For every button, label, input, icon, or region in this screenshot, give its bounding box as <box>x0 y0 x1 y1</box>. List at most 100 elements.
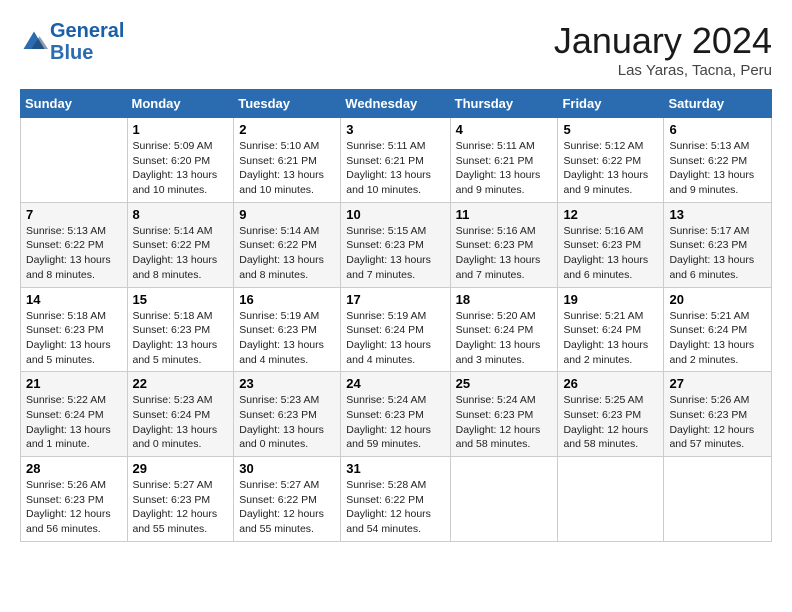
day-info: Sunrise: 5:22 AM Sunset: 6:24 PM Dayligh… <box>26 393 122 452</box>
calendar-cell: 14Sunrise: 5:18 AM Sunset: 6:23 PM Dayli… <box>21 287 128 372</box>
day-info: Sunrise: 5:23 AM Sunset: 6:24 PM Dayligh… <box>133 393 229 452</box>
calendar-cell: 22 Sunrise: 5:23 AM Sunset: 6:24 PM Dayli… <box>127 372 234 457</box>
day-info: Sunrise: 5:23 AM Sunset: 6:23 PM Dayligh… <box>239 393 335 452</box>
day-number: 12 <box>563 207 658 222</box>
day-info: Sunrise: 5:13 AM Sunset: 6:22 PM Dayligh… <box>26 224 122 283</box>
day-of-week-header: Thursday <box>450 90 558 118</box>
day-number: 7 <box>26 207 122 222</box>
day-number: 10 <box>346 207 444 222</box>
header: General Blue January 2024 Las Yaras, Tac… <box>20 20 772 79</box>
day-info: Sunrise: 5:14 AM Sunset: 6:22 PM Dayligh… <box>133 224 229 283</box>
logo-text: General Blue <box>50 20 124 64</box>
day-info: Sunrise: 5:19 AM Sunset: 6:23 PM Dayligh… <box>239 309 335 368</box>
calendar-cell: 31Sunrise: 5:28 AM Sunset: 6:22 PM Dayli… <box>341 457 450 542</box>
day-number: 13 <box>669 207 766 222</box>
logo-line1: General <box>50 20 124 42</box>
logo: General Blue <box>20 20 124 64</box>
calendar-cell: 3 Sunrise: 5:11 AM Sunset: 6:21 PM Daylig… <box>341 118 450 203</box>
calendar-cell: 29 Sunrise: 5:27 AM Sunset: 6:23 PM Dayli… <box>127 457 234 542</box>
day-info: Sunrise: 5:19 AM Sunset: 6:24 PM Dayligh… <box>346 309 444 368</box>
calendar-cell: 28 Sunrise: 5:26 AM Sunset: 6:23 PM Dayli… <box>21 457 128 542</box>
day-number: 20 <box>669 292 766 307</box>
calendar-cell: 30Sunrise: 5:27 AM Sunset: 6:22 PM Dayli… <box>234 457 341 542</box>
day-info: Sunrise: 5:11 AM Sunset: 6:21 PM Dayligh… <box>346 139 444 198</box>
calendar-cell: 27Sunrise: 5:26 AM Sunset: 6:23 PM Dayli… <box>664 372 772 457</box>
calendar-cell: 26 Sunrise: 5:25 AM Sunset: 6:23 PM Dayli… <box>558 372 664 457</box>
day-number: 18 <box>456 292 553 307</box>
day-info: Sunrise: 5:24 AM Sunset: 6:23 PM Dayligh… <box>346 393 444 452</box>
day-of-week-header: Monday <box>127 90 234 118</box>
day-info: Sunrise: 5:21 AM Sunset: 6:24 PM Dayligh… <box>669 309 766 368</box>
day-info: Sunrise: 5:10 AM Sunset: 6:21 PM Dayligh… <box>239 139 335 198</box>
day-number: 6 <box>669 122 766 137</box>
day-info: Sunrise: 5:11 AM Sunset: 6:21 PM Dayligh… <box>456 139 553 198</box>
calendar-cell: 10Sunrise: 5:15 AM Sunset: 6:23 PM Dayli… <box>341 202 450 287</box>
day-number: 21 <box>26 376 122 391</box>
day-number: 17 <box>346 292 444 307</box>
day-info: Sunrise: 5:17 AM Sunset: 6:23 PM Dayligh… <box>669 224 766 283</box>
calendar-cell: 23 Sunrise: 5:23 AM Sunset: 6:23 PM Dayli… <box>234 372 341 457</box>
calendar-cell: 7 Sunrise: 5:13 AM Sunset: 6:22 PM Daylig… <box>21 202 128 287</box>
calendar-cell: 16 Sunrise: 5:19 AM Sunset: 6:23 PM Dayli… <box>234 287 341 372</box>
day-number: 15 <box>133 292 229 307</box>
title-area: January 2024 Las Yaras, Tacna, Peru <box>554 20 772 79</box>
day-number: 23 <box>239 376 335 391</box>
month-title: January 2024 <box>554 20 772 62</box>
day-number: 19 <box>563 292 658 307</box>
day-number: 4 <box>456 122 553 137</box>
calendar-cell: 18 Sunrise: 5:20 AM Sunset: 6:24 PM Dayli… <box>450 287 558 372</box>
day-info: Sunrise: 5:16 AM Sunset: 6:23 PM Dayligh… <box>456 224 553 283</box>
day-of-week-header: Wednesday <box>341 90 450 118</box>
day-number: 11 <box>456 207 553 222</box>
calendar-table: SundayMondayTuesdayWednesdayThursdayFrid… <box>20 89 772 542</box>
day-number: 14 <box>26 292 122 307</box>
calendar-cell: 17 Sunrise: 5:19 AM Sunset: 6:24 PM Dayli… <box>341 287 450 372</box>
calendar-cell: 8 Sunrise: 5:14 AM Sunset: 6:22 PM Daylig… <box>127 202 234 287</box>
location: Las Yaras, Tacna, Peru <box>554 62 772 79</box>
day-number: 9 <box>239 207 335 222</box>
day-number: 28 <box>26 461 122 476</box>
calendar-cell: 9 Sunrise: 5:14 AM Sunset: 6:22 PM Daylig… <box>234 202 341 287</box>
calendar-cell: 15 Sunrise: 5:18 AM Sunset: 6:23 PM Dayli… <box>127 287 234 372</box>
calendar-cell: 2Sunrise: 5:10 AM Sunset: 6:21 PM Daylig… <box>234 118 341 203</box>
day-info: Sunrise: 5:14 AM Sunset: 6:22 PM Dayligh… <box>239 224 335 283</box>
calendar-cell <box>558 457 664 542</box>
day-number: 31 <box>346 461 444 476</box>
day-number: 3 <box>346 122 444 137</box>
calendar-cell: 25Sunrise: 5:24 AM Sunset: 6:23 PM Dayli… <box>450 372 558 457</box>
day-info: Sunrise: 5:21 AM Sunset: 6:24 PM Dayligh… <box>563 309 658 368</box>
day-info: Sunrise: 5:24 AM Sunset: 6:23 PM Dayligh… <box>456 393 553 452</box>
calendar-cell: 24 Sunrise: 5:24 AM Sunset: 6:23 PM Dayli… <box>341 372 450 457</box>
calendar-cell: 6 Sunrise: 5:13 AM Sunset: 6:22 PM Daylig… <box>664 118 772 203</box>
day-info: Sunrise: 5:18 AM Sunset: 6:23 PM Dayligh… <box>133 309 229 368</box>
day-number: 16 <box>239 292 335 307</box>
day-number: 5 <box>563 122 658 137</box>
day-number: 26 <box>563 376 658 391</box>
calendar-week-row: 7 Sunrise: 5:13 AM Sunset: 6:22 PM Daylig… <box>21 202 772 287</box>
day-info: Sunrise: 5:27 AM Sunset: 6:23 PM Dayligh… <box>133 478 229 537</box>
day-number: 27 <box>669 376 766 391</box>
calendar-cell: 21 Sunrise: 5:22 AM Sunset: 6:24 PM Dayli… <box>21 372 128 457</box>
day-of-week-header: Tuesday <box>234 90 341 118</box>
day-info: Sunrise: 5:20 AM Sunset: 6:24 PM Dayligh… <box>456 309 553 368</box>
days-of-week-row: SundayMondayTuesdayWednesdayThursdayFrid… <box>21 90 772 118</box>
calendar-cell: 1Sunrise: 5:09 AM Sunset: 6:20 PM Daylig… <box>127 118 234 203</box>
day-number: 8 <box>133 207 229 222</box>
day-info: Sunrise: 5:13 AM Sunset: 6:22 PM Dayligh… <box>669 139 766 198</box>
day-number: 24 <box>346 376 444 391</box>
day-info: Sunrise: 5:26 AM Sunset: 6:23 PM Dayligh… <box>26 478 122 537</box>
day-number: 1 <box>133 122 229 137</box>
day-info: Sunrise: 5:25 AM Sunset: 6:23 PM Dayligh… <box>563 393 658 452</box>
calendar-cell: 13 Sunrise: 5:17 AM Sunset: 6:23 PM Dayli… <box>664 202 772 287</box>
calendar-body: 1Sunrise: 5:09 AM Sunset: 6:20 PM Daylig… <box>21 118 772 542</box>
calendar-week-row: 28 Sunrise: 5:26 AM Sunset: 6:23 PM Dayli… <box>21 457 772 542</box>
day-number: 29 <box>133 461 229 476</box>
day-number: 30 <box>239 461 335 476</box>
calendar-cell: 20 Sunrise: 5:21 AM Sunset: 6:24 PM Dayli… <box>664 287 772 372</box>
calendar-cell <box>450 457 558 542</box>
day-info: Sunrise: 5:12 AM Sunset: 6:22 PM Dayligh… <box>563 139 658 198</box>
day-number: 22 <box>133 376 229 391</box>
calendar-week-row: 1Sunrise: 5:09 AM Sunset: 6:20 PM Daylig… <box>21 118 772 203</box>
calendar-week-row: 21 Sunrise: 5:22 AM Sunset: 6:24 PM Dayli… <box>21 372 772 457</box>
calendar-cell <box>21 118 128 203</box>
